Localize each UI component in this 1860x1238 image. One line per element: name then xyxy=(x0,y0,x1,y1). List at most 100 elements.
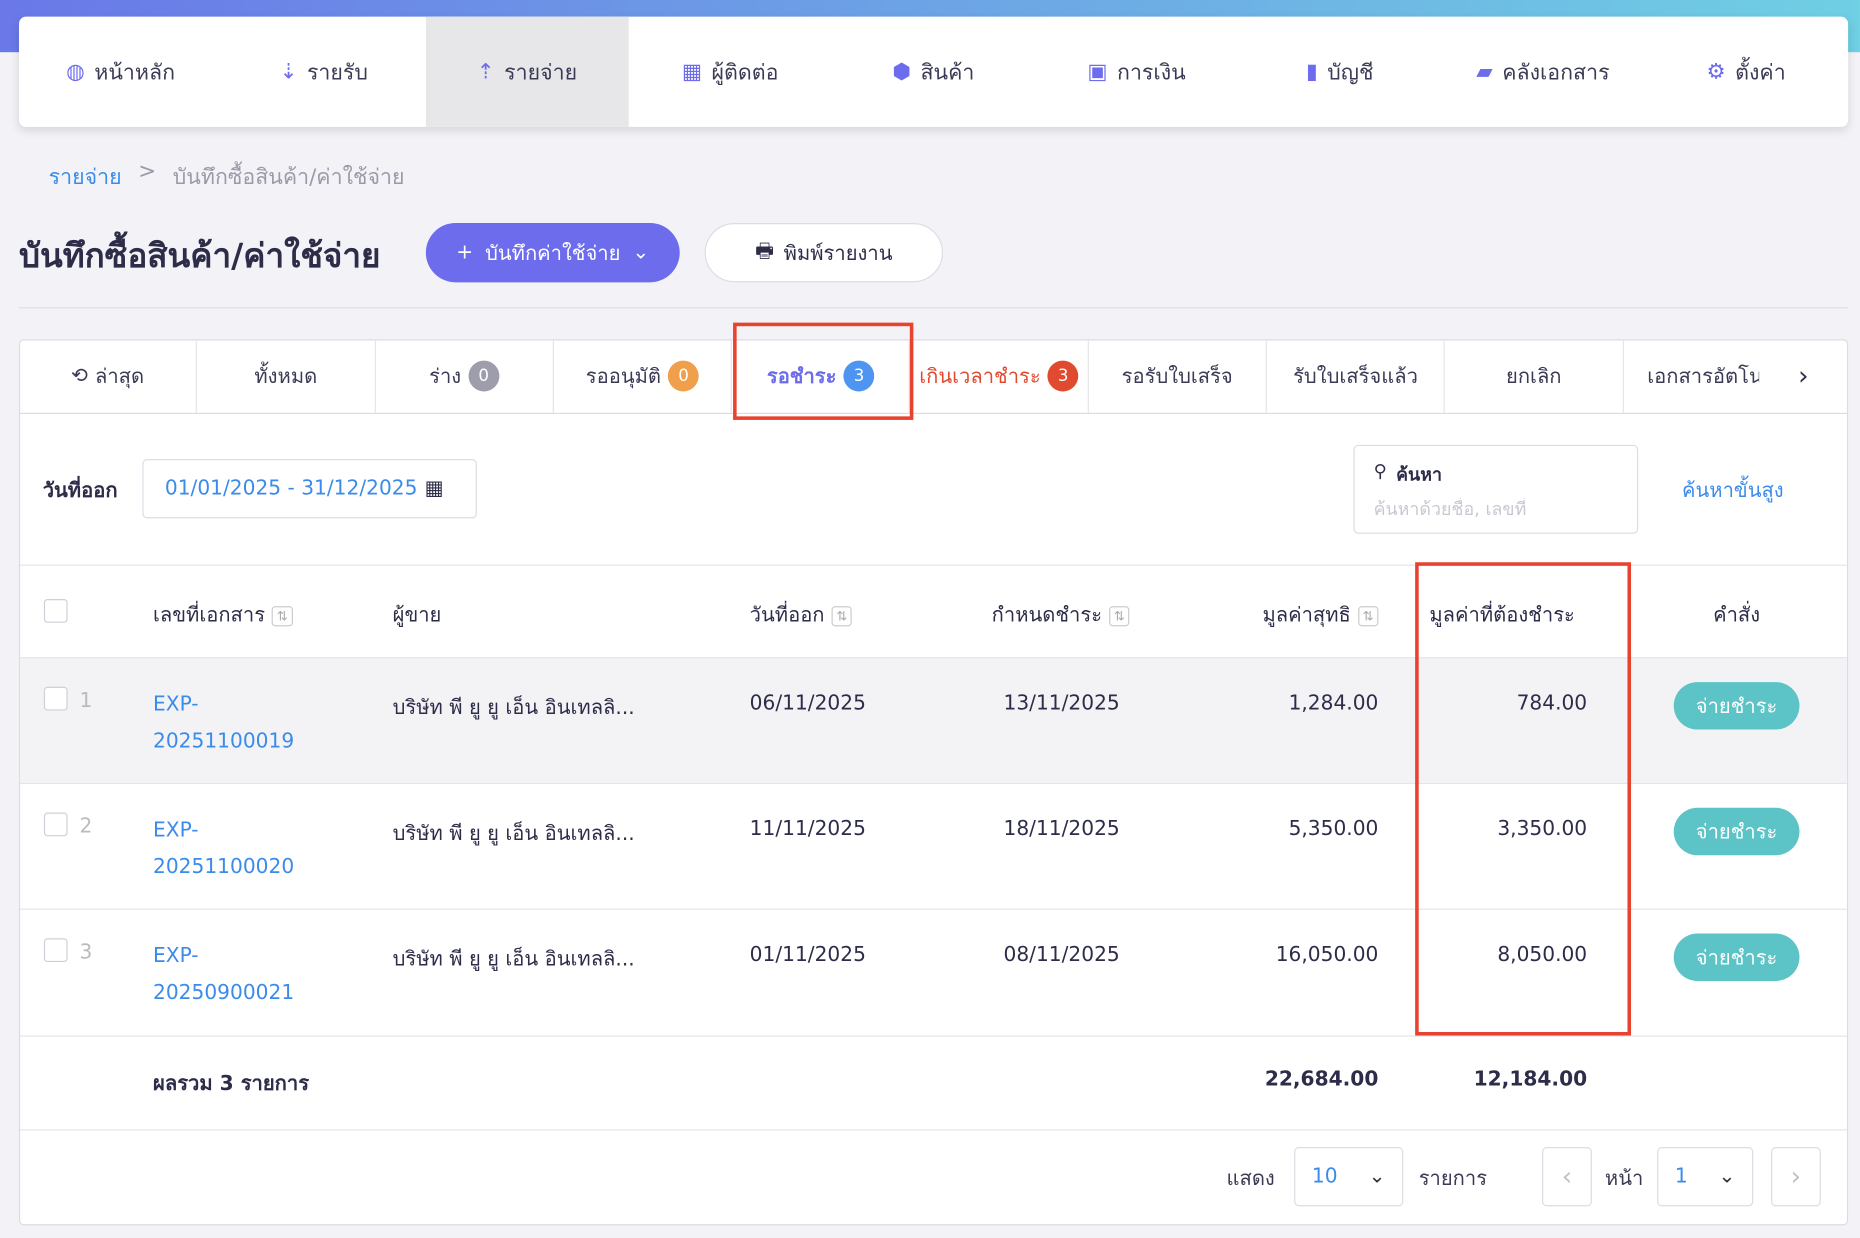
nav-item-label: หน้าหลัก xyxy=(94,55,175,89)
tabs-next-arrow-icon[interactable]: › xyxy=(1759,339,1848,413)
pagination-divider xyxy=(20,1129,1847,1130)
tab-label: เอกสารอัตโนมัติ xyxy=(1647,360,1759,392)
tab-8[interactable]: ยกเลิก xyxy=(1445,339,1623,413)
doc-number-link[interactable]: EXP-20250900021 xyxy=(153,938,294,1012)
next-page-button[interactable]: › xyxy=(1771,1147,1821,1206)
header-due-date[interactable]: กำหนดชำระ⇅ xyxy=(992,599,1130,631)
tab-9[interactable]: เอกสารอัตโนมัติ xyxy=(1624,339,1759,413)
row-number: 2 xyxy=(79,815,92,839)
per-page-select[interactable]: 10 ⌄ xyxy=(1294,1147,1403,1206)
folder-icon: ▰ xyxy=(1476,59,1492,84)
tab-7[interactable]: รับใบเสร็จแล้ว xyxy=(1267,339,1445,413)
printer-icon: 🖶 xyxy=(755,235,774,269)
tab-0[interactable]: ⟲ล่าสุด xyxy=(19,339,197,413)
chevron-down-icon: ⌄ xyxy=(632,241,649,265)
advanced-search-link[interactable]: ค้นหาขั้นสูง xyxy=(1682,474,1784,506)
due-date: 13/11/2025 xyxy=(1004,692,1120,716)
dashboard-icon: ◍ xyxy=(66,59,85,84)
header-doc-no[interactable]: เลขที่เอกสาร⇅ xyxy=(153,599,293,631)
contacts-icon: ▦ xyxy=(682,59,702,84)
sort-icon[interactable]: ⇅ xyxy=(832,606,852,626)
add-expense-button[interactable]: + บันทึกค่าใช้จ่าย ⌄ xyxy=(426,223,680,282)
due-date: 08/11/2025 xyxy=(1004,943,1120,967)
per-page-value: 10 xyxy=(1312,1165,1338,1189)
tab-count-badge: 3 xyxy=(1048,361,1079,392)
page-title: บันทึกซื้อสินค้า/ค่าใช้จ่าย xyxy=(19,230,380,282)
tab-label: ยกเลิก xyxy=(1506,360,1561,392)
nav-item-8[interactable]: ⚙ ตั้งค่า xyxy=(1645,17,1848,127)
search-label: ค้นหา xyxy=(1396,460,1442,488)
nav-item-0[interactable]: ◍ หน้าหลัก xyxy=(19,17,222,127)
tab-6[interactable]: รอรับใบเสร็จ xyxy=(1089,339,1267,413)
chevron-down-icon: ⌄ xyxy=(1369,1165,1386,1189)
select-all-checkbox[interactable] xyxy=(44,599,68,623)
net-amount: 5,350.00 xyxy=(1289,817,1379,841)
tab-label: ทั้งหมด xyxy=(254,360,317,392)
nav-item-5[interactable]: ▣การเงิน xyxy=(1035,17,1238,127)
plus-icon: + xyxy=(456,241,473,265)
pay-button[interactable]: จ่ายชำระ xyxy=(1674,682,1800,729)
tab-3[interactable]: รออนุมัติ0 xyxy=(554,339,732,413)
items-label: รายการ xyxy=(1419,1162,1487,1194)
tab-label: ล่าสุด xyxy=(95,360,144,392)
date-range-input[interactable]: 01/01/2025 - 31/12/2025 ▦ xyxy=(142,459,477,518)
prev-page-button[interactable]: ‹ xyxy=(1542,1147,1592,1206)
gear-icon: ⚙ xyxy=(1706,59,1725,84)
nav-item-1[interactable]: ⇣ รายรับ xyxy=(222,17,425,127)
issue-date: 06/11/2025 xyxy=(750,692,866,716)
divider xyxy=(19,307,1848,308)
nav-item-label: รายรับ xyxy=(307,55,368,89)
nav-item-7[interactable]: ▰ คลังเอกสาร xyxy=(1441,17,1644,127)
chevron-down-icon: ⌄ xyxy=(1719,1165,1736,1189)
tab-label: เกินเวลาชำระ xyxy=(919,360,1040,392)
page-select[interactable]: 1⌄ xyxy=(1657,1147,1753,1206)
tab-2[interactable]: ร่าง0 xyxy=(376,339,554,413)
vendor-name: บริษัท พี ยู ยู เอ็น อินเทลลิ... xyxy=(393,817,635,849)
tab-1[interactable]: ทั้งหมด xyxy=(197,339,375,413)
page-label: หน้า xyxy=(1605,1162,1643,1194)
breadcrumb-separator: > xyxy=(138,159,156,193)
income-icon: ⇣ xyxy=(280,59,298,84)
nav-item-2[interactable]: ⇡รายจ่าย xyxy=(425,17,628,127)
nav-item-label: ผู้ติดต่อ xyxy=(712,55,779,89)
nav-item-4[interactable]: ⬢ สินค้า xyxy=(832,17,1035,127)
breadcrumb: รายจ่าย > บันทึกซื้อสินค้า/ค่าใช้จ่าย xyxy=(49,159,405,193)
sort-icon[interactable]: ⇅ xyxy=(1109,606,1129,626)
header-net-amount[interactable]: มูลค่าสุทธิ⇅ xyxy=(1262,599,1378,631)
nav-item-label: สินค้า xyxy=(920,55,974,89)
search-input[interactable] xyxy=(1374,498,1611,519)
doc-number-link[interactable]: EXP-20251100020 xyxy=(153,813,294,887)
row-checkbox[interactable] xyxy=(44,687,68,711)
nav-item-6[interactable]: ▮บัญชี xyxy=(1238,17,1441,127)
tab-5[interactable]: เกินเวลาชำระ 3 xyxy=(910,339,1088,413)
nav-item-label: รายจ่าย xyxy=(504,55,577,89)
print-report-button[interactable]: 🖶 พิมพ์รายงาน xyxy=(705,223,943,282)
pay-button[interactable]: จ่ายชำระ xyxy=(1674,808,1800,855)
sort-icon[interactable]: ⇅ xyxy=(272,606,292,626)
pay-button[interactable]: จ่ายชำระ xyxy=(1674,934,1800,981)
issue-date: 11/11/2025 xyxy=(750,817,866,841)
nav-item-label: คลังเอกสาร xyxy=(1502,55,1609,89)
tab-label: รออนุมัติ xyxy=(586,360,661,392)
nav-item-label: บัญชี xyxy=(1327,55,1373,89)
status-tabs: ⟲ล่าสุดทั้งหมดร่าง0รออนุมัติ0รอชำระ3เกิน… xyxy=(19,339,1848,414)
breadcrumb-current: บันทึกซื้อสินค้า/ค่าใช้จ่าย xyxy=(173,159,405,193)
row-checkbox[interactable] xyxy=(44,938,68,962)
vendor-name: บริษัท พี ยู ยู เอ็น อินเทลลิ... xyxy=(393,943,635,975)
total-net: 22,684.00 xyxy=(1265,1068,1379,1092)
doc-number-link[interactable]: EXP-20251100019 xyxy=(153,687,294,761)
product-box-icon: ⬢ xyxy=(892,59,911,84)
nav-item-label: ตั้งค่า xyxy=(1735,55,1786,89)
tab-count-badge: 0 xyxy=(468,361,499,392)
calendar-icon: ▦ xyxy=(425,477,444,501)
tab-label: รอรับใบเสร็จ xyxy=(1122,360,1233,392)
date-filter-label: วันที่ออก xyxy=(43,474,118,506)
sort-icon[interactable]: ⇅ xyxy=(1358,606,1378,626)
total-label: ผลรวม 3 รายการ xyxy=(153,1068,309,1100)
row-checkbox[interactable] xyxy=(44,813,68,837)
tab-count-badge: 0 xyxy=(668,361,699,392)
nav-item-3[interactable]: ▦ ผู้ติดต่อ xyxy=(629,17,832,127)
header-issue-date[interactable]: วันที่ออก⇅ xyxy=(750,599,852,631)
net-amount: 16,050.00 xyxy=(1276,943,1379,967)
breadcrumb-parent-link[interactable]: รายจ่าย xyxy=(49,159,122,193)
